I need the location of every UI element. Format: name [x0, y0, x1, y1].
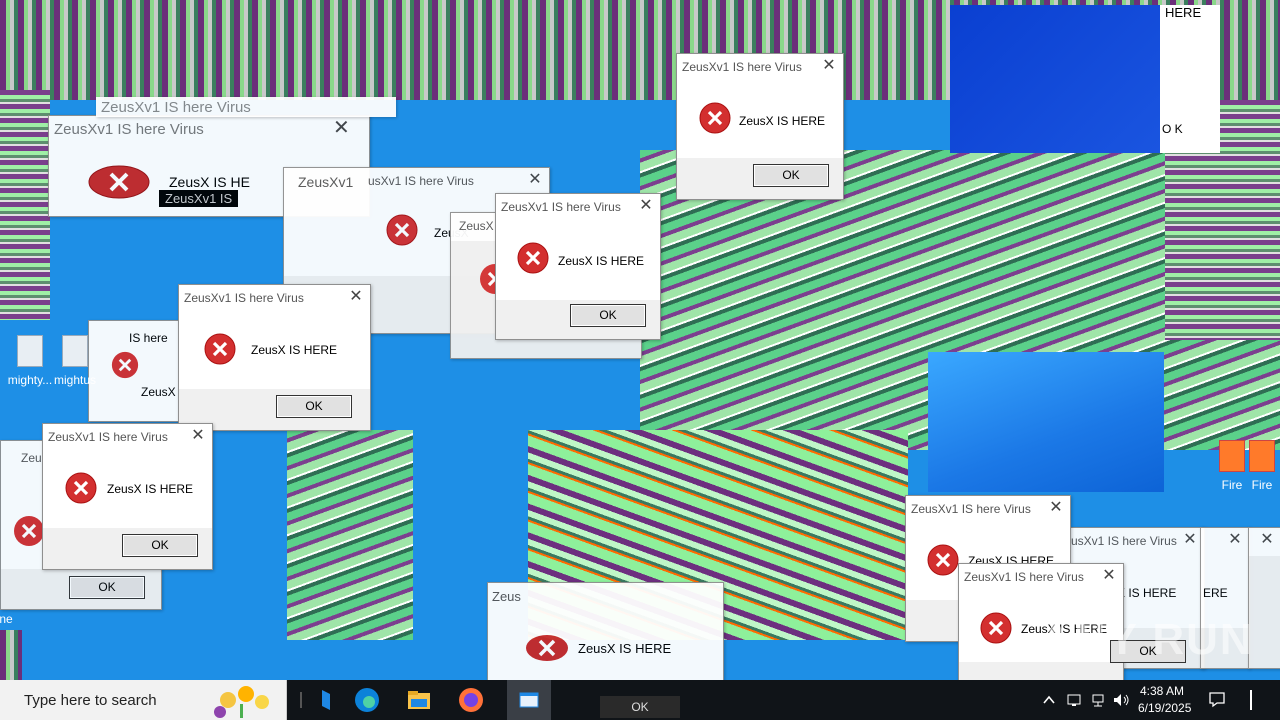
desktop-icon[interactable]: ne: [0, 612, 26, 626]
error-icon: [14, 516, 44, 546]
error-icon: [699, 102, 731, 134]
close-icon: ✕: [333, 117, 350, 139]
dialog-message: ZeusX IS HERE: [107, 482, 194, 496]
glitch-tag: ZeusXv1 IS: [159, 190, 239, 207]
error-icon: [980, 612, 1012, 644]
ok-button[interactable]: OK: [753, 164, 829, 187]
dialog-title: ZeusX: [459, 219, 494, 233]
flowers-icon: [214, 686, 269, 718]
window-app-icon: [519, 692, 539, 708]
glitch-band: [0, 90, 50, 320]
dialog-title: usXv1 IS here Virus: [368, 174, 474, 188]
file-icon: [62, 335, 88, 367]
windows-logo-fragment: [928, 352, 1164, 492]
error-icon: [517, 242, 549, 274]
separator: [300, 692, 302, 708]
dialog-title: ZeusXv1 IS here Virus: [682, 60, 802, 74]
dialog-message: ZeusX IS HERE: [578, 641, 672, 656]
volume-icon[interactable]: [1112, 692, 1130, 708]
dialog-title: ZeusXv1 IS here Virus: [48, 430, 168, 444]
task-view-icon[interactable]: [312, 686, 340, 714]
virus-dialog: ZeusXv1 IS here Virus ✕ ZeusX IS HERE OK: [42, 423, 213, 570]
close-icon[interactable]: ✕: [348, 289, 364, 305]
glitch-band: [287, 430, 413, 640]
fragment-text: IS here: [129, 331, 168, 345]
error-icon: [65, 472, 97, 504]
close-icon[interactable]: ✕: [638, 198, 654, 214]
virus-dialog: ZeusXv1 IS here Virus ✕ ZeusX IS HERE OK: [178, 284, 371, 431]
fragment-text: HERE: [1165, 5, 1202, 20]
fragment-text: O K: [1162, 122, 1183, 136]
dialog-title: ZeusXv1 IS here Virus: [501, 200, 621, 214]
file-explorer-icon[interactable]: [405, 686, 433, 714]
show-desktop-button[interactable]: [1250, 690, 1252, 710]
clock-date[interactable]: 6/19/2025: [1138, 701, 1191, 715]
edge-icon[interactable]: [353, 686, 381, 714]
close-icon: ✕: [1228, 531, 1242, 548]
desktop-icon-label: ne: [0, 612, 13, 626]
watermark: ANY RUN: [1040, 615, 1254, 664]
dialog-message: ZeusX IS HERE: [251, 343, 338, 357]
dialog-message: ERE: [1203, 586, 1228, 600]
file-icon: [17, 335, 43, 367]
error-icon: [88, 165, 150, 199]
close-icon: ✕: [1260, 531, 1274, 548]
close-icon: ✕: [1183, 531, 1197, 548]
dialog-message: ZeusX IS HE: [169, 174, 250, 190]
dialog-title: Zeus: [492, 589, 521, 604]
clock-time[interactable]: 4:38 AM: [1140, 684, 1184, 698]
error-icon: [111, 351, 139, 379]
close-icon[interactable]: ✕: [1101, 568, 1117, 584]
close-icon[interactable]: ✕: [1048, 500, 1064, 516]
dialog-title: ZeusXv1 IS here Virus: [964, 570, 1084, 584]
firefox-icon: [1249, 440, 1275, 472]
ok-button[interactable]: OK: [69, 576, 145, 599]
blue-panel: [950, 5, 1160, 153]
virus-dialog: ZeusXv1 IS here Virus ✕ ZeusX IS HERE OK: [495, 193, 661, 340]
error-icon: [526, 635, 568, 661]
ok-button[interactable]: OK: [122, 534, 198, 557]
virus-dialog: ZeusXv1 IS here Virus ✕ ZeusX IS HERE OK: [676, 53, 844, 200]
dialog-title: ZeusXv1 IS here Virus: [911, 502, 1031, 516]
notifications-icon[interactable]: [1208, 690, 1226, 708]
dialog-title: ZeusXv1 IS here Virus: [184, 291, 304, 305]
close-icon[interactable]: ✕: [821, 58, 837, 74]
dialog-message: ZeusX IS HERE: [739, 114, 826, 128]
chevron-up-icon[interactable]: [1042, 694, 1056, 706]
dialog-title: ZeusXv1 IS here Virus: [54, 121, 204, 138]
firefox-icon[interactable]: [457, 686, 485, 714]
taskbar: Type here to search OK 4:38 AM 6/19/2025: [0, 680, 1280, 720]
search-placeholder: Type here to search: [24, 692, 157, 709]
error-icon: [927, 544, 959, 576]
fragment-text: ZeusX: [141, 385, 176, 399]
dialog-title: usXv1 IS here Virus: [1071, 534, 1177, 548]
search-box[interactable]: Type here to search: [0, 680, 287, 720]
dialog-title: ZeusXv1 IS here Virus: [101, 99, 251, 116]
active-app-tab[interactable]: [507, 680, 551, 720]
firefox-icon: [1219, 440, 1245, 472]
ok-button[interactable]: OK: [570, 304, 646, 327]
ghost-dialog: ZeusXv1 IS here Virus: [96, 97, 396, 117]
close-icon[interactable]: ✕: [190, 428, 206, 444]
desktop-icon-label: mightus: [53, 373, 97, 387]
desktop-icon[interactable]: Fire: [1244, 440, 1280, 492]
ok-button[interactable]: OK: [276, 395, 352, 418]
desktop-icon-label: Fire: [1251, 478, 1273, 492]
ghost-dialog: Zeus ZeusX IS HERE: [487, 582, 724, 682]
glitch-band: [0, 630, 22, 680]
dialog-message: X IS HERE: [1117, 586, 1177, 600]
desktop-icon[interactable]: mightus: [45, 335, 105, 387]
ok-button[interactable]: OK: [600, 696, 680, 718]
close-icon: ✕: [528, 171, 542, 188]
error-icon: [386, 214, 418, 246]
network-icon[interactable]: [1066, 692, 1082, 708]
dialog-title: ZeusXv1: [298, 174, 354, 190]
error-icon: [204, 333, 236, 365]
ethernet-icon[interactable]: [1090, 692, 1106, 708]
dialog-message: ZeusX IS HERE: [558, 254, 645, 268]
desktop-icon-label: Fire: [1221, 478, 1243, 492]
